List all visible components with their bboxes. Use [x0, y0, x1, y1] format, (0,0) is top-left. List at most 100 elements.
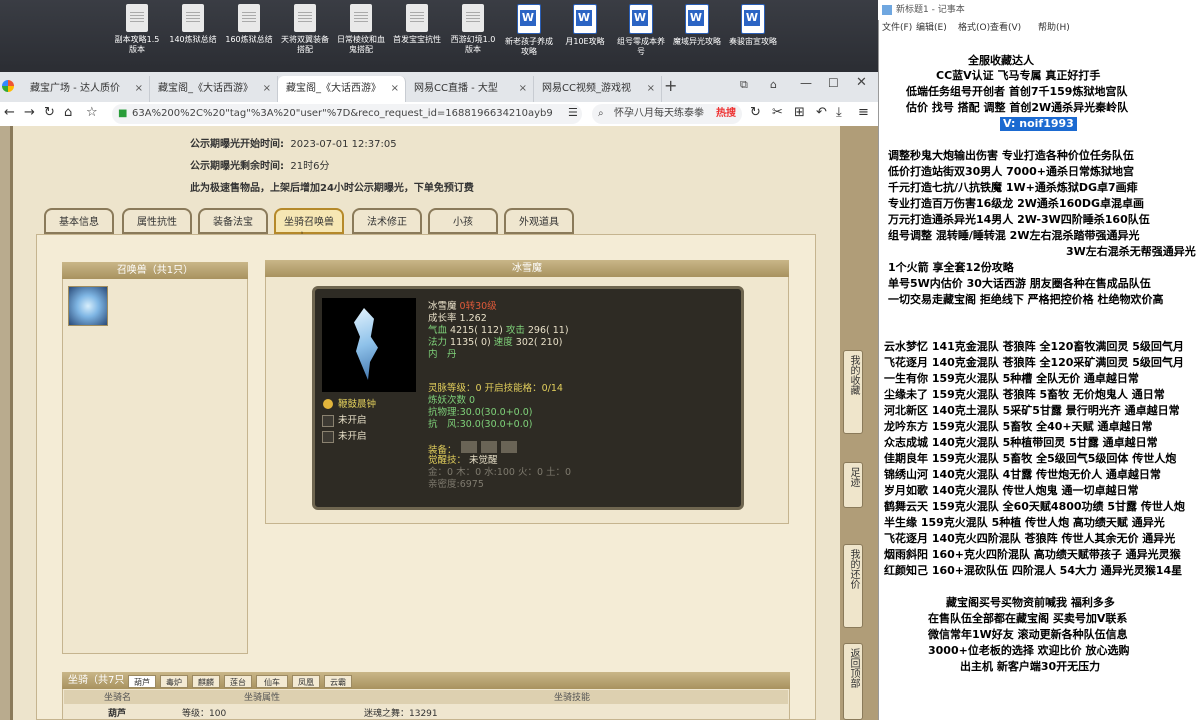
mounts-table-header: 坐骑名 坐骑属性 坐骑技能 [64, 690, 788, 704]
notepad-text-line: 千元打造七抗/八抗铁魔 1W+通杀炼狱DG卓7画痱 [888, 181, 1138, 194]
close-icon[interactable]: × [135, 76, 143, 102]
maximize-button[interactable]: ☐ [828, 76, 839, 90]
footprint-button[interactable]: 足迹 [843, 462, 863, 508]
notepad-text-line: 3000+位老板的选择 欢迎比价 放心选购 [928, 644, 1130, 657]
tab-mounts-summons[interactable]: 坐骑召唤兽 [274, 208, 344, 234]
undo-icon[interactable]: ↶ [816, 105, 827, 120]
notepad-text-line: 低价打造站街双30男人 7000+通杀日常炼狱地宫 [888, 165, 1134, 178]
mount-tab[interactable]: 麒麟 [192, 675, 220, 688]
refresh-icon[interactable]: ↻ [750, 105, 761, 120]
bell-skill-icon [323, 399, 333, 409]
desktop-icon[interactable]: 西游幻境1.0版本 [448, 4, 498, 55]
desktop-icon-label: 组号零成本养号 [617, 37, 665, 56]
notepad-text-line: 1个火箭 享全套12份攻略 [888, 261, 1014, 274]
notepad-menu: 文件(F) 编辑(E) 格式(O) 查看(V) 帮助(H) [878, 20, 1204, 36]
notepad-text-line: 3W左右混杀无帮强通异光 [1066, 245, 1196, 258]
star-icon[interactable]: ☆ [86, 105, 98, 120]
tab-list-icon[interactable]: ⧉ [740, 78, 748, 92]
desktop-icon[interactable]: W 组号零成本养号 [616, 4, 666, 57]
word-document-icon: W [685, 4, 709, 34]
url-input[interactable]: ■ 63A%200%2C%20"tag"%3A%20"user"%7D&reco… [112, 104, 582, 124]
browser-tab[interactable]: 网易CC视频_游戏视 × [534, 76, 662, 102]
notepad-text-line: 调整秒鬼大炮输出伤害 专业打造各种价位任务队伍 [888, 149, 1134, 162]
notepad-text-line: 岁月如歌 140克火混队 传世人炮鬼 通一切卓越日常 [884, 484, 1139, 497]
tab-spell-correction[interactable]: 法术修正 [352, 208, 422, 234]
notepad-text-line: 河北新区 140克土混队 5采矿5甘露 景行明光齐 通卓越日常 [884, 404, 1180, 417]
desktop-icon-label: 新老孩子养成攻略 [505, 37, 553, 56]
tab-attributes[interactable]: 属性抗性 [122, 208, 192, 234]
back-to-top-button[interactable]: 返回顶部 [843, 643, 863, 720]
notepad-text-line: 锦绣山河 140克火混队 4甘露 传世炮无价人 通卓越日常 [884, 468, 1161, 481]
my-offers-button[interactable]: 我的还价 [843, 544, 863, 628]
close-icon[interactable]: × [647, 76, 655, 102]
desktop-icon[interactable]: W 月10E攻略 [560, 4, 610, 47]
notepad-text-line: 在售队伍全部都在藏宝阁 买卖号加V联系 [928, 612, 1128, 625]
screenshot-icon[interactable]: ✂ [772, 105, 783, 120]
intimacy-row: 亲密度:6975 [428, 479, 484, 490]
back-icon[interactable]: ← [4, 105, 15, 120]
browser-tab[interactable]: 网易CC直播 - 大型 × [406, 76, 534, 102]
browser-tab[interactable]: 藏宝阁_《大话西游》 × [150, 76, 278, 102]
desktop-icon-label: 140炼狱总结 [169, 35, 217, 44]
notepad-text-line: 估价 找号 搭配 调整 首创2W通杀异光秦岭队 [906, 101, 1129, 114]
mount-tab[interactable]: 毒炉 [160, 675, 188, 688]
desktop-icon[interactable]: 日常棱纹和血鬼搭配 [336, 4, 386, 55]
text-file-icon [462, 4, 484, 32]
mount-tab[interactable]: 仙车 [256, 675, 288, 688]
browser-tab[interactable]: 藏宝广场 - 达人质价 × [22, 76, 150, 102]
menu-icon[interactable]: ⊞ [794, 105, 805, 120]
notepad-text-line: 红颜知己 160+混砍队伍 四阶混人 54大力 通异光灵猴14星 [884, 564, 1183, 577]
tab-equipment[interactable]: 装备法宝 [198, 208, 268, 234]
minimize-button[interactable]: — [800, 76, 812, 90]
notepad-menu-item[interactable]: 编辑(E) [916, 20, 947, 36]
settings-menu-icon[interactable]: ≡ [858, 105, 869, 120]
my-favorites-button[interactable]: 我的收藏 [843, 350, 863, 434]
shirt-icon[interactable]: ⌂ [770, 78, 777, 91]
address-bar-row: ← → ↻ ⌂ ☆ ■ 63A%200%2C%20"tag"%3A%20"use… [0, 102, 878, 127]
notepad-menu-item[interactable]: 格式(O) [958, 20, 990, 36]
public-start-row: 公示期曝光开始时间: 2023-07-01 12:37:05 [190, 139, 397, 150]
desktop-icon[interactable]: 140炼狱总结 [168, 4, 218, 45]
pet-portrait [322, 298, 416, 392]
desktop-icon[interactable]: 天将双翼装备搭配 [280, 4, 330, 55]
desktop-icon[interactable]: 首发宝宝抗性 [392, 4, 442, 45]
notepad-text-line: CC蓝V认证 飞马专属 真正好打手 [936, 69, 1101, 82]
notepad-menu-item[interactable]: 查看(V) [990, 20, 1021, 36]
mount-tab[interactable]: 葫芦 [128, 675, 156, 688]
download-icon[interactable]: ⤓ [836, 105, 842, 120]
reload-icon[interactable]: ↻ [44, 105, 55, 120]
close-icon[interactable]: × [263, 76, 271, 102]
notepad-text-line: 飞花逐月 140克火四阶混队 苍狼阵 传世人其余无价 通异光 [884, 532, 1176, 545]
reader-icon[interactable]: ☰ [568, 106, 578, 119]
desktop-icon[interactable]: W 奏骏宙宣攻略 [728, 4, 778, 47]
word-document-icon: W [573, 4, 597, 34]
forward-icon[interactable]: → [24, 105, 35, 120]
mount-tab[interactable]: 莲台 [224, 675, 252, 688]
browser-tab-bar: 藏宝广场 - 达人质价 × 藏宝阁_《大话西游》 × 藏宝阁_《大话西游》 × 网易C… [0, 72, 878, 102]
home-icon[interactable]: ⌂ [64, 105, 72, 120]
desktop-icon[interactable]: 副本攻略1.5版本 [112, 4, 162, 55]
tab-appearance[interactable]: 外观道具 [504, 208, 574, 234]
search-input[interactable]: ⌕ 怀孕八月每天练泰拳 热搜 [592, 104, 742, 124]
notepad-text-line: 龙吟东方 159克火混队 5畜牧 全40+天赋 通卓越日常 [884, 420, 1153, 433]
notepad-text-line: 鹤舞云天 159克火混队 全60天赋4800功绩 5甘露 传世人炮 [884, 500, 1185, 513]
text-file-icon [294, 4, 316, 32]
mount-tab[interactable]: 云霸 [324, 675, 352, 688]
desktop-icon[interactable]: W 魔域异光攻略 [672, 4, 722, 47]
new-tab-button[interactable]: + [664, 76, 677, 95]
browser-tab-active[interactable]: 藏宝阁_《大话西游》 × [278, 76, 406, 102]
resist-physical-row: 抗物理:30.0(30.0+0.0) [428, 407, 533, 418]
tab-basic-info[interactable]: 基本信息 [44, 208, 114, 234]
close-icon[interactable]: × [519, 76, 527, 102]
word-document-icon: W [741, 4, 765, 34]
pet-thumbnail[interactable] [68, 286, 108, 326]
close-icon[interactable]: × [391, 76, 399, 102]
desktop-icon[interactable]: 160炼狱总结 [224, 4, 274, 45]
mount-row: 葫芦 等级：100 迷魂之舞：13291 [108, 709, 438, 719]
desktop-icon[interactable]: W 新老孩子养成攻略 [504, 4, 554, 57]
close-window-button[interactable]: ✕ [856, 75, 867, 90]
notepad-menu-item[interactable]: 帮助(H) [1038, 20, 1070, 36]
notepad-menu-item[interactable]: 文件(F) [882, 20, 912, 36]
mount-tab[interactable]: 凤凰 [292, 675, 320, 688]
tab-children[interactable]: 小孩 [428, 208, 498, 234]
